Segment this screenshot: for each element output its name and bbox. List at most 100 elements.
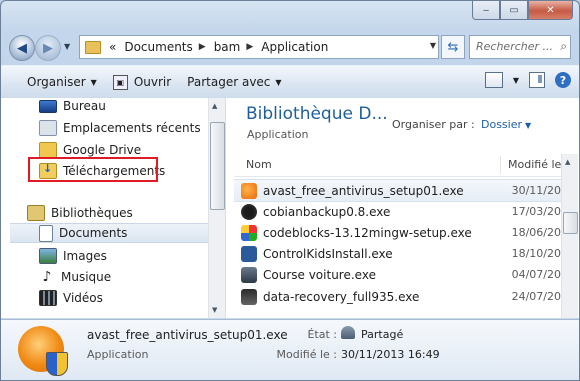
pictures-icon — [39, 248, 57, 264]
file-row[interactable]: codeblocks-13.12mingw-setup.exe 18/06/20 — [234, 222, 561, 243]
nav-label: Musique — [61, 270, 112, 284]
codeblocks-icon — [241, 224, 257, 241]
explorer-window: ‒ ▭ ✕ ◀ ▶ ▼ « Documents ▶ bam ▶ Applicat… — [0, 0, 580, 381]
refresh-icon: ⇆ — [447, 39, 459, 55]
open-program-icon: ▣ — [112, 74, 128, 90]
ouvrir-button[interactable]: ▣ Ouvrir — [105, 66, 179, 98]
file-date: 30/11/20 — [511, 184, 561, 197]
breadcrumb-application[interactable]: Application — [261, 40, 328, 54]
details-state-label: État : — [307, 328, 337, 341]
address-dropdown-icon[interactable]: ▼ — [430, 41, 436, 50]
address-bar[interactable]: « Documents ▶ bam ▶ Application ▼ — [79, 35, 439, 59]
nav-scroll-thumb[interactable] — [210, 122, 225, 210]
breadcrumb-separator-icon[interactable]: ▶ — [246, 42, 253, 52]
file-row[interactable]: Course voiture.exe 04/07/20 — [234, 264, 561, 285]
view-controls: ▼ ? — [484, 72, 571, 88]
refresh-button[interactable]: ⇆ — [441, 35, 465, 59]
change-view-button[interactable] — [484, 72, 503, 88]
column-headers: Nom Modifié le — [234, 154, 561, 177]
file-row[interactable]: data-recovery_full935.exe 24/07/20 — [234, 286, 561, 307]
breadcrumb-documents[interactable]: Documents — [124, 40, 192, 54]
column-header-modified[interactable]: Modifié le — [508, 158, 561, 171]
back-arrow-icon: ◀ — [17, 40, 27, 56]
file-date: 18/10/20 — [511, 247, 561, 260]
file-row[interactable]: avast_free_antivirus_setup01.exe 30/11/2… — [234, 179, 561, 202]
preview-pane-button[interactable] — [529, 72, 545, 88]
file-list-scroll-thumb[interactable] — [563, 212, 578, 234]
ouvrir-label: Ouvrir — [133, 75, 172, 89]
nav-label: Bibliothèques — [51, 206, 133, 220]
file-row[interactable]: cobianbackup0.8.exe 17/03/20 — [234, 201, 561, 222]
search-input[interactable]: Rechercher ... ⌕ — [469, 35, 571, 59]
nav-label: Documents — [59, 226, 128, 240]
partager-label: Partager avec — [187, 75, 271, 89]
scroll-up-icon[interactable]: ▲ — [565, 158, 570, 166]
nav-item-musique[interactable]: ♪ Musique — [39, 267, 111, 287]
nav-label: Emplacements récents — [63, 121, 201, 135]
details-file-name: avast_free_antivirus_setup01.exe — [87, 328, 288, 342]
folder-icon — [85, 40, 101, 54]
nav-item-documents[interactable]: Documents — [10, 223, 208, 243]
organize-by-value: Dossier — [481, 118, 523, 131]
navigation-bar: ◀ ▶ ▼ « Documents ▶ bam ▶ Application ▼ … — [9, 33, 571, 61]
help-icon: ? — [559, 73, 567, 87]
shared-users-icon — [341, 326, 355, 339]
details-pane: avast_free_antivirus_setup01.exe Applica… — [1, 319, 579, 380]
breadcrumb-bam[interactable]: bam — [214, 40, 241, 54]
chevron-down-icon: ▼ — [90, 77, 97, 87]
file-row[interactable]: ControlKidsInstall.exe 18/10/20 — [234, 243, 561, 264]
organize-by-dropdown[interactable]: Dossier ▼ — [481, 118, 531, 131]
caption-buttons: ‒ ▭ ✕ — [472, 1, 573, 20]
help-button[interactable]: ? — [555, 72, 571, 88]
file-date: 24/07/20 — [511, 290, 561, 303]
file-name: avast_free_antivirus_setup01.exe — [263, 183, 464, 198]
scroll-up-icon[interactable]: ▲ — [212, 102, 217, 110]
nav-label: Images — [63, 249, 107, 263]
controlkids-icon — [241, 245, 257, 262]
back-button[interactable]: ◀ — [9, 35, 35, 61]
recent-places-icon — [39, 120, 57, 136]
details-modified-label: Modifié le : — [276, 348, 337, 361]
view-options-chevron-icon[interactable]: ▼ — [513, 76, 519, 85]
maximize-button[interactable]: ▭ — [500, 1, 528, 20]
nav-item-bibliotheques[interactable]: Bibliothèques — [27, 203, 133, 223]
course-voiture-icon — [241, 266, 257, 283]
minimize-button[interactable]: ‒ — [472, 1, 500, 20]
nav-item-bureau[interactable]: Bureau — [39, 96, 106, 116]
recent-pages-dropdown[interactable]: ▼ — [64, 42, 70, 51]
breadcrumb-separator-icon[interactable]: ▶ — [199, 42, 206, 52]
root-chevron[interactable]: « — [109, 40, 116, 54]
partager-avec-menu-button[interactable]: Partager avec ▼ — [179, 66, 289, 98]
file-name: data-recovery_full935.exe — [263, 289, 420, 304]
nav-item-videos[interactable]: Vidéos — [39, 288, 103, 308]
details-state-value: Partagé — [361, 328, 404, 341]
chevron-down-icon: ▼ — [525, 121, 532, 130]
file-list-scrollbar[interactable]: ▲ — [561, 154, 578, 318]
nav-scrollbar[interactable]: ▲ ▼ — [208, 98, 225, 318]
data-recovery-icon — [241, 288, 257, 305]
library-subtitle: Application — [247, 128, 309, 141]
organiser-menu-button[interactable]: Organiser ▼ — [19, 66, 105, 98]
desktop-icon — [39, 99, 57, 113]
chevron-down-icon: ▼ — [275, 77, 282, 87]
search-icon: ⌕ — [560, 39, 567, 53]
nav-item-emplacements-recents[interactable]: Emplacements récents — [39, 118, 201, 138]
videos-icon — [39, 290, 57, 306]
avast-large-icon — [18, 326, 68, 376]
forward-button[interactable]: ▶ — [35, 35, 61, 61]
cobian-icon — [241, 203, 257, 220]
uac-shield-icon — [46, 352, 68, 376]
column-divider[interactable] — [500, 156, 501, 174]
scroll-down-icon[interactable]: ▼ — [212, 306, 217, 314]
file-list-pane: Bibliothèque D... Application Organiser … — [226, 98, 579, 318]
navigation-pane: Bureau Emplacements récents Google Drive… — [1, 98, 226, 318]
file-name: codeblocks-13.12mingw-setup.exe — [263, 225, 472, 240]
column-header-name[interactable]: Nom — [246, 158, 272, 171]
nav-label: Google Drive — [63, 143, 142, 157]
nav-label: Bureau — [63, 99, 106, 113]
close-button[interactable]: ✕ — [528, 1, 573, 20]
file-date: 17/03/20 — [511, 205, 561, 218]
nav-item-images[interactable]: Images — [39, 246, 107, 266]
forward-arrow-icon: ▶ — [43, 40, 53, 56]
file-date: 18/06/20 — [511, 226, 561, 239]
